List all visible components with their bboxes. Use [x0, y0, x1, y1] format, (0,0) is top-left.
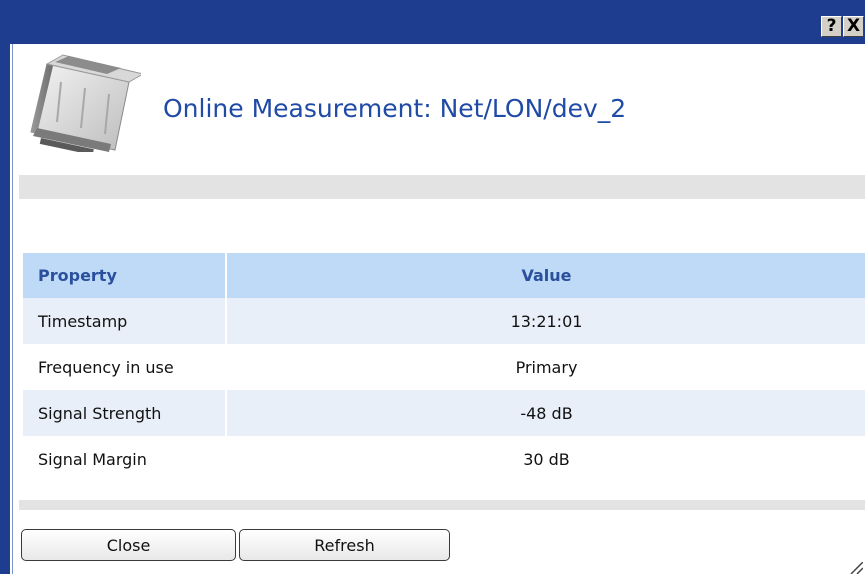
- table-row: Timestamp 13:21:01: [23, 298, 865, 344]
- value-cell: Primary: [515, 357, 578, 377]
- value-cell: -48 dB: [520, 403, 573, 423]
- window-frame-left: [0, 0, 10, 574]
- table-row: Signal Strength -48 dB: [23, 390, 865, 436]
- property-cell: Signal Margin: [38, 449, 147, 469]
- property-cell: Signal Strength: [23, 390, 227, 436]
- device-module-icon: [30, 54, 141, 152]
- footer-separator: [19, 500, 865, 510]
- value-cell: 30 dB: [523, 449, 570, 469]
- column-header-value: Value: [521, 266, 572, 285]
- table-row: Frequency in use Primary: [23, 344, 865, 390]
- table-header-row: Property Value: [23, 253, 865, 298]
- header-separator: [19, 175, 865, 199]
- value-cell: 13:21:01: [510, 311, 583, 331]
- window-titlebar[interactable]: ? X: [0, 0, 865, 44]
- property-cell: Timestamp: [23, 298, 227, 344]
- window-close-button[interactable]: X: [843, 16, 864, 37]
- table-row: Signal Margin 30 dB: [23, 436, 865, 482]
- resize-grip-icon[interactable]: [843, 562, 863, 574]
- help-button[interactable]: ?: [821, 16, 842, 37]
- property-cell: Frequency in use: [38, 357, 174, 377]
- close-button[interactable]: Close: [21, 529, 236, 561]
- refresh-button[interactable]: Refresh: [239, 529, 450, 561]
- dialog-body: Online Measurement: Net/LON/dev_2 Proper…: [12, 44, 865, 574]
- column-header-property: Property: [23, 253, 227, 298]
- measurement-table: Property Value Timestamp 13:21:01 Freque…: [23, 253, 865, 482]
- dialog-title: Online Measurement: Net/LON/dev_2: [163, 94, 627, 123]
